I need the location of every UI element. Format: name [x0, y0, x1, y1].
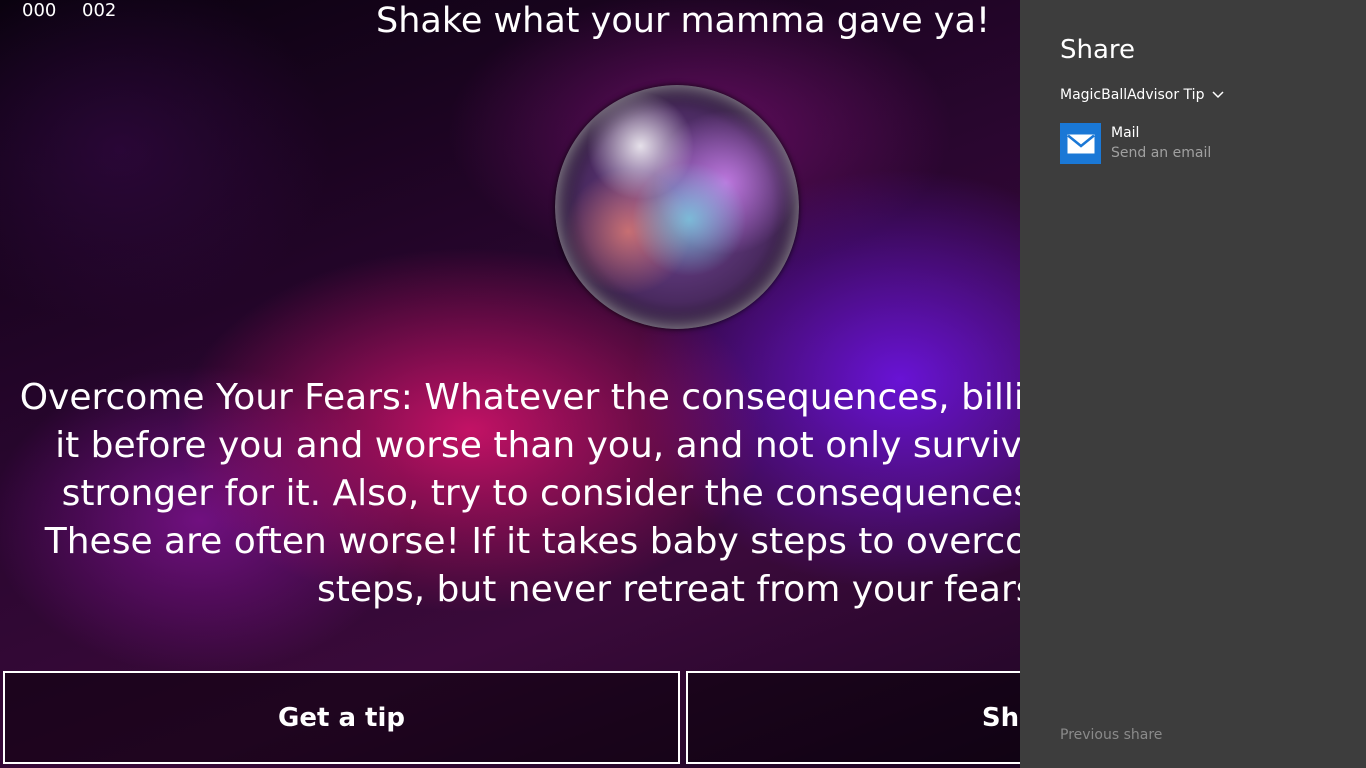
- mail-icon: [1060, 123, 1101, 164]
- share-source-dropdown[interactable]: MagicBallAdvisor Tip: [1060, 85, 1224, 105]
- share-pane-title: Share: [1060, 35, 1136, 65]
- get-tip-button[interactable]: Get a tip: [3, 671, 680, 764]
- share-target-description: Send an email: [1111, 145, 1212, 161]
- share-source-label: MagicBallAdvisor Tip: [1060, 87, 1205, 103]
- magic-ball-image[interactable]: [555, 85, 799, 329]
- share-pane: Share MagicBallAdvisor Tip Mail Send an …: [1020, 0, 1366, 768]
- share-target-name: Mail: [1111, 125, 1140, 141]
- previous-share-link[interactable]: Previous share: [1060, 725, 1162, 745]
- chevron-down-icon: [1212, 85, 1224, 105]
- share-target-mail[interactable]: Mail Send an email: [1060, 123, 1350, 165]
